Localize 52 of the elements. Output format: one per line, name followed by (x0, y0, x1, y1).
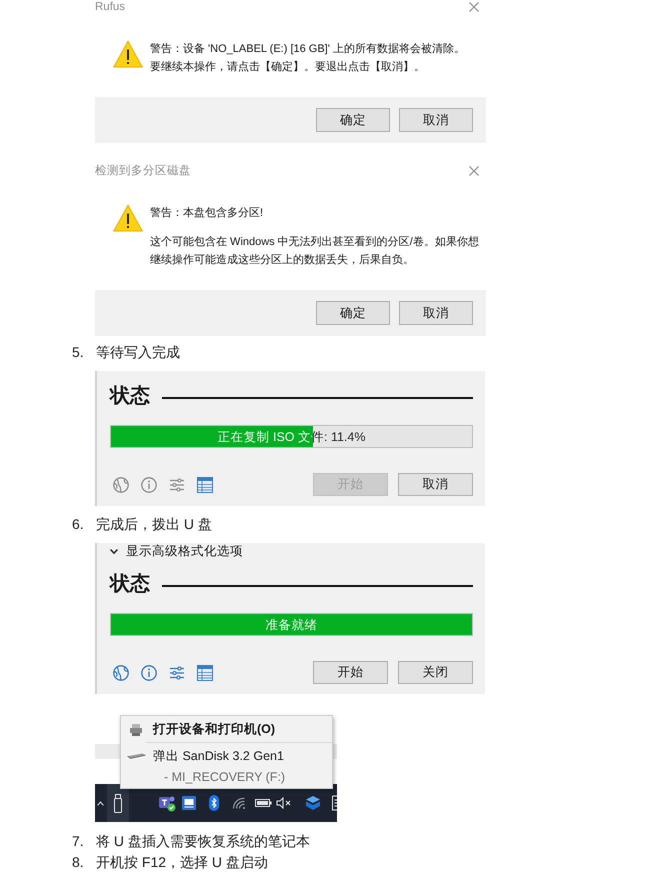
info-icon[interactable] (141, 664, 157, 680)
step-number: 6. (72, 516, 84, 532)
info-icon[interactable] (141, 476, 157, 492)
speaker-muted-icon[interactable] (276, 797, 292, 809)
sliders-icon[interactable] (169, 476, 185, 492)
message-text: 警告：设备 'NO_LABEL (E:) [16 GB]' 上的所有数据将会被清除。 (150, 42, 465, 57)
warning-heading: 警告：本盘包含多分区! (150, 206, 264, 221)
step-text: 完成后，拨出 U 盘 (96, 516, 212, 532)
dialog-button[interactable]: 确定 (316, 301, 390, 325)
dialog-button[interactable]: 取消 (399, 108, 473, 132)
step-text: 等待写入完成 (96, 344, 180, 360)
step-number: 8. (72, 854, 84, 870)
dialog-title: Rufus (95, 0, 126, 14)
bluetooth-icon[interactable] (209, 795, 219, 811)
volume-label: - MI_RECOVERY (F:) (164, 770, 286, 784)
sliders-icon[interactable] (169, 664, 185, 680)
step-text: 开机按 F12，选择 U 盘启动 (96, 854, 268, 870)
dialog-title: 检测到多分区磁盘 (95, 164, 191, 178)
step-text: 将 U 盘插入需要恢复系统的笔记本 (96, 833, 310, 849)
wifi-icon[interactable] (232, 797, 246, 809)
chevron-up-icon[interactable] (97, 800, 104, 806)
message-text: 要继续本操作，请点击【确定】。要退出点击【取消】。 (150, 60, 425, 75)
dialog-button[interactable]: 取消 (399, 301, 473, 325)
battery-icon[interactable] (255, 798, 272, 808)
warning-icon (113, 204, 143, 232)
action-button[interactable]: 取消 (398, 473, 473, 496)
step-number: 5. (72, 344, 84, 360)
usb-drive-icon[interactable] (107, 784, 129, 822)
dialog-button[interactable]: 确定 (316, 108, 390, 132)
close-icon[interactable] (469, 2, 479, 12)
caret-icon (110, 548, 118, 554)
step-number: 7. (72, 833, 84, 849)
close-icon[interactable] (469, 166, 479, 176)
warning-icon (113, 40, 143, 68)
teams-icon[interactable] (158, 794, 176, 812)
status-heading: 状态 (110, 384, 150, 408)
mi-icon[interactable] (182, 796, 196, 810)
devices-icon (129, 722, 143, 736)
drive-icon (126, 753, 146, 759)
globe-icon[interactable] (113, 476, 129, 492)
advanced-options-toggle[interactable]: 显示高级格式化选项 (110, 543, 243, 559)
table-icon[interactable] (197, 476, 213, 492)
globe-icon[interactable] (113, 664, 129, 680)
document-icon[interactable] (332, 795, 337, 811)
cube-icon[interactable] (305, 795, 321, 811)
action-button[interactable]: 关闭 (398, 661, 473, 684)
menu-item[interactable]: 打开设备和打印机(O) (121, 716, 332, 742)
status-heading: 状态 (110, 572, 150, 596)
table-icon[interactable] (197, 664, 213, 680)
message-text: 这个可能包含在 Windows 中无法列出甚至看到的分区/卷。如果你想继续操作可能造成这些分区上的数据丢失，后果自负。 (150, 234, 480, 268)
action-button[interactable]: 开始 (313, 661, 388, 684)
menu-item[interactable]: 弹出 SanDisk 3.2 Gen1 (121, 743, 332, 769)
